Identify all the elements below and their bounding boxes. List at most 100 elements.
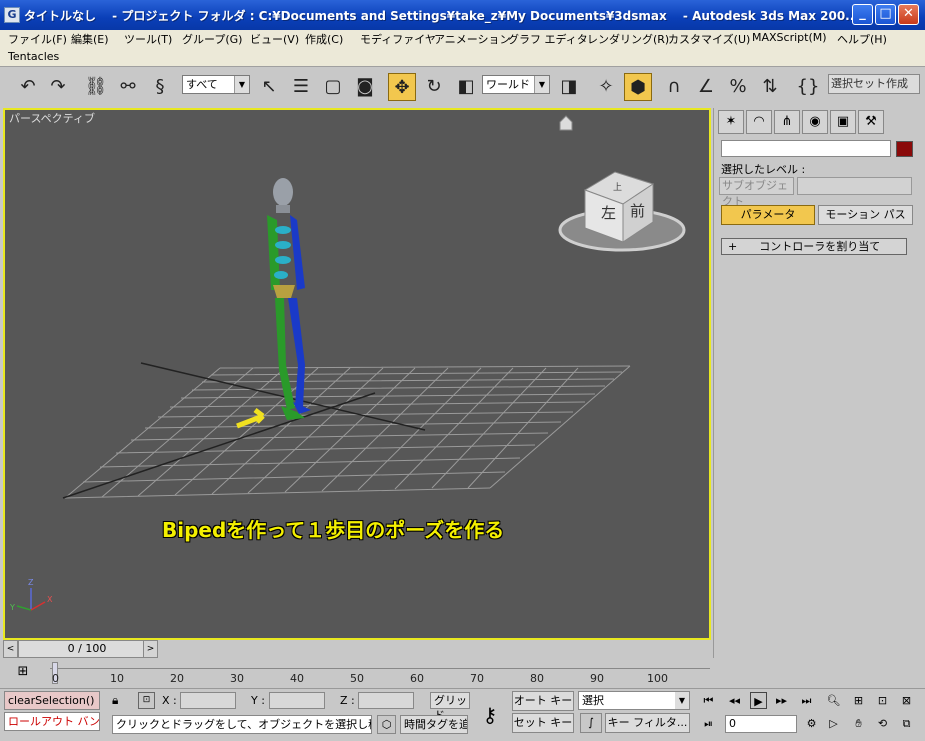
lock-icon[interactable]: 🔒︎ <box>112 693 118 708</box>
absolute-mode-icon[interactable]: ⊡ <box>138 692 155 709</box>
title-bar[interactable]: G タイトルなし - プロジェクト フォルダ : C:¥Documents an… <box>0 0 925 30</box>
go-to-start-icon[interactable]: ⏮ <box>700 692 717 709</box>
next-frame-icon[interactable]: ▸▸ <box>773 692 790 709</box>
select-by-name-icon[interactable]: ☰ <box>287 73 315 101</box>
menu-edit[interactable]: 編集(E) <box>71 31 109 47</box>
bind-space-warp-icon[interactable]: § <box>146 73 174 101</box>
rectangular-selection-icon[interactable]: ▢ <box>319 73 347 101</box>
select-and-rotate-icon[interactable]: ↻ <box>420 73 448 101</box>
select-and-link-icon[interactable]: ⛓ <box>82 73 110 101</box>
maxscript-listener-line2[interactable]: ロールアウト バン <box>4 712 100 731</box>
current-frame-field[interactable]: 0 <box>725 715 797 733</box>
go-to-end-icon[interactable]: ⏭ <box>798 692 815 709</box>
display-tab-icon[interactable]: ▣ <box>830 110 856 134</box>
tick-label: 10 <box>110 672 124 685</box>
y-coordinate-field[interactable] <box>269 692 325 709</box>
redo-icon[interactable]: ↷ <box>44 73 72 101</box>
parameters-tab[interactable]: パラメータ <box>721 205 815 225</box>
reference-coordinate-dropdown[interactable]: ワールド ▼ <box>482 75 550 94</box>
motion-tab-icon[interactable]: ◉ <box>802 110 828 134</box>
track-bar-icon[interactable]: ⊞ <box>12 664 34 682</box>
time-slider[interactable]: 0 / 100 <box>18 640 156 658</box>
perspective-viewport[interactable]: パースペクティブ 左 前 上 Z X Y Bipedを作って１歩目のポーズを作る <box>3 108 711 640</box>
zoom-all-icon[interactable]: ⊞ <box>850 692 867 709</box>
pivot-center-icon[interactable]: ◨ <box>555 73 583 101</box>
x-coordinate-field[interactable] <box>180 692 236 709</box>
percent-snap-icon[interactable]: % <box>724 73 752 101</box>
previous-frame-icon[interactable]: ◂◂ <box>726 692 743 709</box>
utilities-tab-icon[interactable]: ⚒ <box>858 110 884 134</box>
time-config-icon[interactable]: ⚙ <box>803 715 820 732</box>
selection-filter-dropdown[interactable]: すべて ▼ <box>182 75 250 94</box>
pan-icon[interactable]: ✋︎ <box>850 715 867 732</box>
object-name-field[interactable] <box>721 140 891 157</box>
zoom-icon[interactable]: 🔍︎ <box>825 692 842 709</box>
z-coordinate-field[interactable] <box>358 692 414 709</box>
x-label: X : <box>162 694 177 707</box>
default-tangents-icon[interactable]: ∫ <box>580 713 602 733</box>
viewcube[interactable]: 左 前 上 <box>558 171 686 252</box>
trajectories-tab[interactable]: モーション パス <box>818 205 913 225</box>
unlink-icon[interactable]: ⚯ <box>114 73 142 101</box>
home-icon[interactable] <box>559 115 573 131</box>
menu-file[interactable]: ファイル(F) <box>8 31 67 47</box>
menu-group[interactable]: グループ(G) <box>182 31 242 47</box>
grid-axis-y <box>62 392 376 499</box>
menu-animation[interactable]: アニメーション <box>434 31 511 47</box>
time-slider-next[interactable]: > <box>143 640 158 658</box>
menu-maxscript[interactable]: MAXScript(M) <box>752 31 827 44</box>
time-tag-icon[interactable]: ⬡ <box>377 715 396 734</box>
set-key-icon[interactable]: ⚷ <box>470 695 510 735</box>
play-icon[interactable]: ▶ <box>750 692 767 709</box>
window-crossing-icon[interactable]: ◙ <box>351 73 379 101</box>
select-and-scale-icon[interactable]: ◧ <box>452 73 480 101</box>
tentacles-menu[interactable]: Tentacles <box>8 50 59 63</box>
named-selection-field[interactable]: 選択セット作成 <box>828 74 920 94</box>
subobject-dropdown[interactable] <box>797 177 912 195</box>
key-filters-button[interactable]: キー フィルタ... <box>605 713 690 733</box>
app-icon[interactable]: G <box>4 7 20 23</box>
select-and-move-icon[interactable]: ✥ <box>388 73 416 101</box>
angle-snap-icon[interactable]: ∠ <box>692 73 720 101</box>
zoom-extents-icon[interactable]: ⊡ <box>874 692 891 709</box>
set-key-button[interactable]: セット キー <box>512 713 574 733</box>
key-mode-toggle-icon[interactable]: ⏯ <box>700 715 717 732</box>
key-mode-value: 選択 <box>582 694 604 707</box>
menu-view[interactable]: ビュー(V) <box>250 31 299 47</box>
minimize-button[interactable]: _ <box>852 4 873 25</box>
spinner-snap-icon[interactable]: ⇅ <box>756 73 784 101</box>
zoom-extents-all-icon[interactable]: ⊠ <box>898 692 915 709</box>
menu-tools[interactable]: ツール(T) <box>124 31 172 47</box>
menu-rendering[interactable]: レンダリング(R) <box>587 31 669 47</box>
time-slider-prev[interactable]: < <box>3 640 18 658</box>
close-button[interactable]: ✕ <box>898 4 919 25</box>
add-time-tag[interactable]: 時間タグを追加 <box>400 715 468 734</box>
maxscript-listener-line1[interactable]: clearSelection() <box>4 691 100 710</box>
keyboard-shortcut-override-icon[interactable]: ⬢ <box>624 73 652 101</box>
key-mode-dropdown[interactable]: 選択 ▼ <box>578 691 690 710</box>
maximize-button[interactable]: □ <box>875 4 896 25</box>
menu-create[interactable]: 作成(C) <box>305 31 343 47</box>
tick-label: 100 <box>647 672 668 685</box>
hierarchy-tab-icon[interactable]: ⋔ <box>774 110 800 134</box>
modify-tab-icon[interactable]: ◠ <box>746 110 772 134</box>
menu-modifiers[interactable]: モディファイヤ <box>360 31 436 47</box>
assign-controller-rollout[interactable]: + コントローラを割り当て <box>721 238 907 255</box>
snaps-toggle-icon[interactable]: ∩ <box>660 73 688 101</box>
undo-icon[interactable]: ↶ <box>14 73 42 101</box>
orbit-icon[interactable]: ⟲ <box>874 715 891 732</box>
edit-named-selection-icon[interactable]: {} <box>794 73 822 101</box>
subobject-button[interactable]: サブオブジェクト <box>719 177 794 208</box>
grid-setting[interactable]: グリッド <box>430 692 470 722</box>
object-color-swatch[interactable] <box>896 141 913 157</box>
menu-graph-editors[interactable]: グラフ エディタ <box>508 31 588 47</box>
track-bar[interactable]: 0 10 20 30 40 50 60 70 80 90 100 <box>50 660 710 688</box>
maximize-viewport-icon[interactable]: ⧉ <box>898 715 915 732</box>
menu-help[interactable]: ヘルプ(H) <box>837 31 887 47</box>
select-manipulate-icon[interactable]: ✧ <box>592 73 620 101</box>
menu-customize[interactable]: カスタマイズ(U) <box>668 31 750 47</box>
create-tab-icon[interactable]: ✶ <box>718 110 744 134</box>
auto-key-button[interactable]: オート キー <box>512 691 574 711</box>
select-object-icon[interactable]: ↖ <box>255 73 283 101</box>
field-of-view-icon[interactable]: ▷ <box>825 715 842 732</box>
